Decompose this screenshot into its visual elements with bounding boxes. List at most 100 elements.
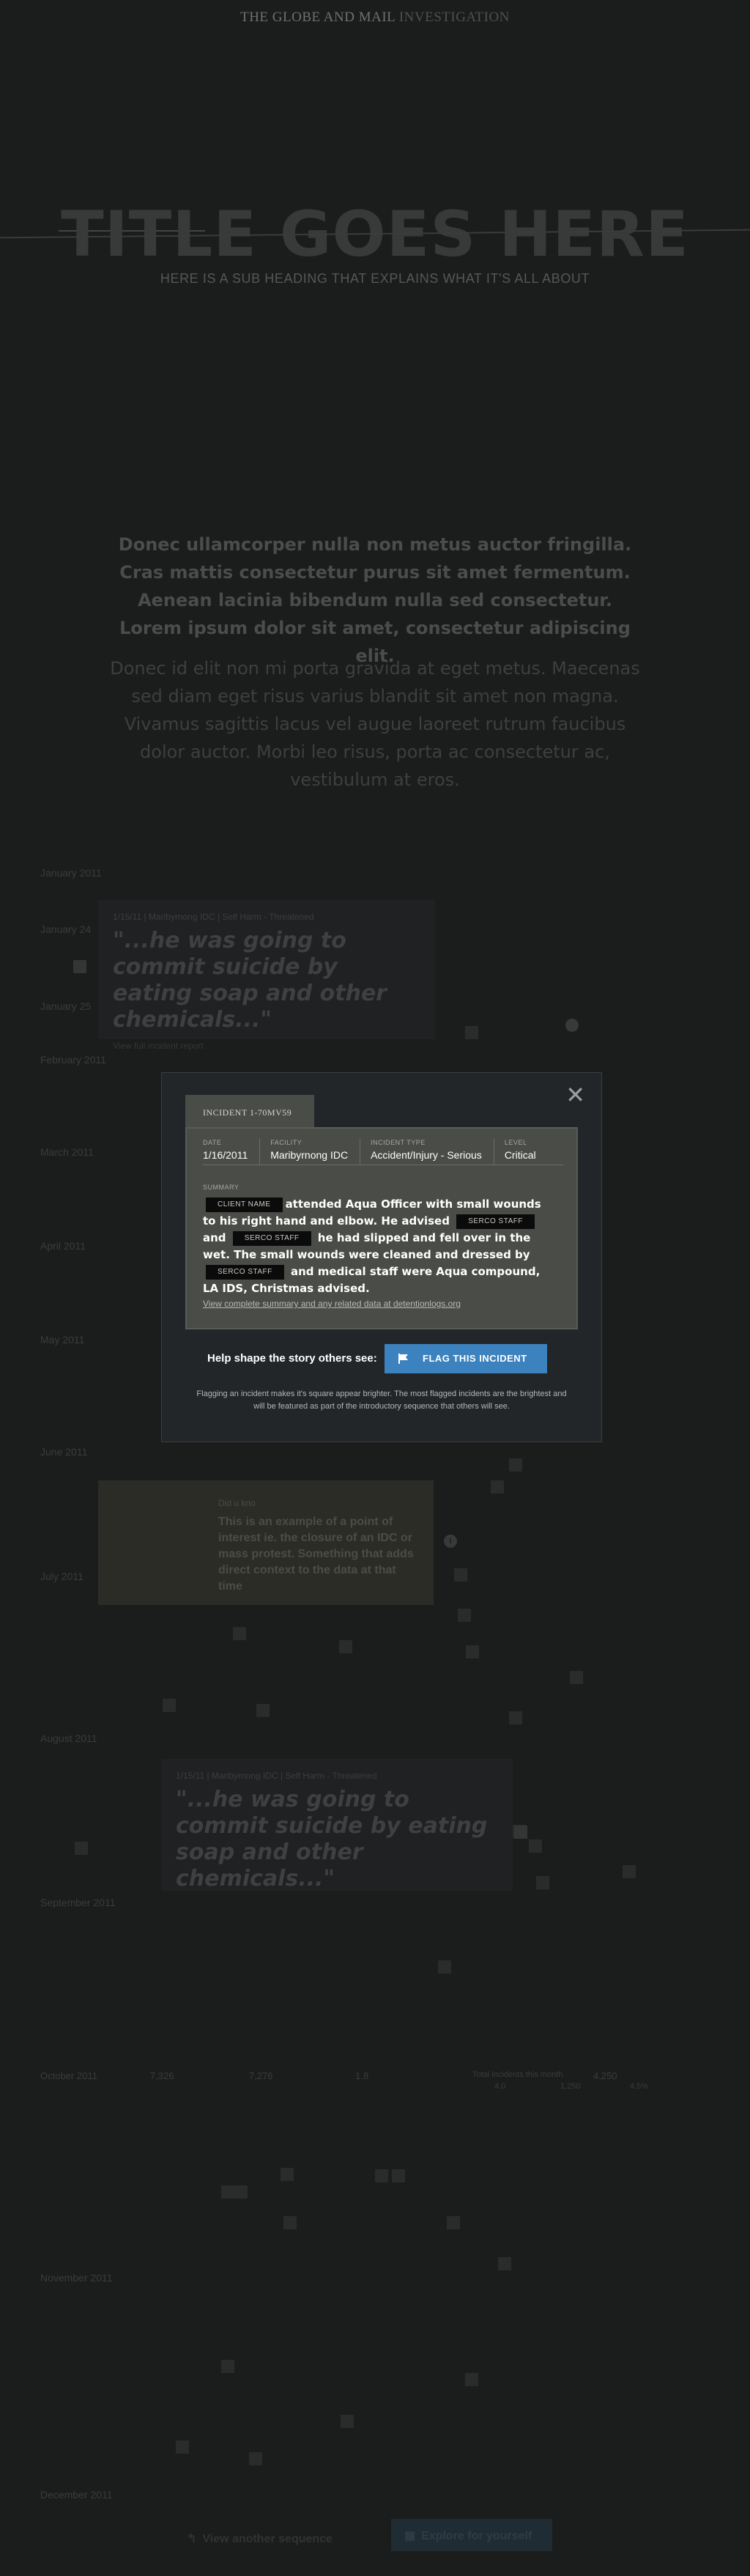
incident-square[interactable]: [163, 1699, 176, 1712]
point-of-interest-card: Did u kno This is an example of a point …: [98, 1480, 434, 1605]
incident-square[interactable]: [514, 1826, 527, 1839]
field-level: LEVEL Critical: [505, 1139, 548, 1165]
incident-square[interactable]: [283, 2216, 297, 2229]
stat-value: 7,326: [150, 2070, 174, 2081]
incident-modal: ✕ INCIDENT 1-70MV59 DATE 1/16/2011 FACIL…: [161, 1072, 602, 1442]
incident-square[interactable]: [176, 2440, 189, 2454]
date-label: January 25: [40, 1000, 92, 1012]
back-arrow-icon: ↰: [187, 2533, 197, 2545]
date-label: January 24: [40, 923, 92, 935]
view-another-sequence-button[interactable]: ↰ View another sequence: [187, 2525, 355, 2551]
incident-square[interactable]: [454, 1568, 467, 1582]
explore-label: Explore for yourself: [421, 2530, 532, 2542]
field-label: DATE: [203, 1139, 222, 1146]
incident-square[interactable]: [509, 1458, 522, 1472]
logo-section: INVESTIGATION: [398, 10, 510, 25]
incident-square[interactable]: [465, 1026, 478, 1039]
stat-value: 4.5%: [630, 2082, 649, 2091]
stat-note: Total incidents this month: [472, 2070, 563, 2079]
incident-card[interactable]: 1/15/11 | Maribyrnong IDC | Self Harm - …: [98, 900, 435, 1051]
month-label: May 2011: [40, 1334, 85, 1346]
incident-square[interactable]: [536, 1876, 549, 1889]
flag-button-label: FLAG THIS INCIDENT: [423, 1353, 527, 1364]
month-label: August 2011: [40, 1732, 97, 1744]
incident-square[interactable]: [75, 1842, 88, 1855]
incident-square[interactable]: [509, 1711, 522, 1724]
incident-card[interactable]: 1/15/11 | Maribyrnong IDC | Self Harm - …: [161, 1759, 513, 1892]
incident-square[interactable]: [221, 2185, 234, 2199]
incident-fields: DATE 1/16/2011 FACILITY Maribyrnong IDC …: [203, 1139, 563, 1165]
incident-square[interactable]: [221, 2360, 234, 2373]
incident-square[interactable]: [281, 2168, 294, 2181]
field-value: Maribyrnong IDC: [270, 1149, 349, 1161]
incident-square[interactable]: [529, 1839, 542, 1853]
incident-panel: DATE 1/16/2011 FACILITY Maribyrnong IDC …: [185, 1127, 578, 1329]
incident-square[interactable]: [623, 1865, 636, 1878]
field-date: DATE 1/16/2011: [203, 1139, 261, 1165]
poi-tag: Did u kno: [218, 1498, 256, 1508]
intro-bold-text: Donec ullamcorper nulla non metus auctor…: [118, 534, 632, 666]
incident-square[interactable]: [438, 1960, 451, 1974]
incident-square[interactable]: [249, 2452, 262, 2465]
incident-quote: "...he was going to commit suicide by ea…: [113, 928, 387, 1033]
incident-square[interactable]: [498, 2257, 511, 2270]
summary-label: SUMMARY: [203, 1184, 240, 1191]
view-complete-summary-link[interactable]: View complete summary and any related da…: [203, 1299, 461, 1309]
info-marker-icon[interactable]: [565, 1019, 579, 1032]
month-label: December 2011: [40, 2489, 113, 2501]
incident-square[interactable]: [392, 2169, 405, 2182]
redaction-serco-staff: SERCO STAFF: [232, 1230, 311, 1246]
logo-main: THE GLOBE AND MAIL: [240, 10, 396, 25]
incident-square[interactable]: [341, 2415, 354, 2428]
month-label: April 2011: [40, 1240, 86, 1252]
incident-square[interactable]: [466, 1645, 479, 1658]
incident-square[interactable]: [491, 1480, 504, 1494]
close-icon[interactable]: ✕: [565, 1083, 585, 1107]
field-value: Critical: [504, 1149, 536, 1161]
stat-value: 4,250: [593, 2070, 617, 2081]
cta-label: Help shape the story others see:: [207, 1352, 377, 1365]
incident-square[interactable]: [234, 2185, 248, 2199]
incident-link[interactable]: View full incident report: [113, 1041, 420, 1051]
incident-meta: 1/15/11 | Maribyrnong IDC | Self Harm - …: [113, 912, 314, 922]
month-label: November 2011: [40, 2272, 113, 2284]
page-subtitle: HERE IS A SUB HEADING THAT EXPLAINS WHAT…: [160, 271, 590, 286]
redaction-serco-staff: SERCO STAFF: [206, 1264, 284, 1280]
flag-explanation: Flagging an incident makes it's square a…: [196, 1390, 567, 1411]
incident-square[interactable]: [339, 1640, 352, 1653]
incident-square[interactable]: [73, 960, 86, 973]
explore-button[interactable]: ▦ Explore for yourself: [391, 2519, 552, 2551]
redaction-client-name: CLIENT NAME: [206, 1197, 283, 1212]
stat-value: 7,276: [249, 2070, 273, 2081]
month-label: February 2011: [40, 1054, 107, 1066]
field-label: LEVEL: [504, 1139, 527, 1146]
incident-square[interactable]: [465, 2373, 478, 2386]
incident-square[interactable]: [447, 2216, 460, 2229]
back-label: View another sequence: [202, 2533, 333, 2545]
flag-incident-button[interactable]: FLAG THIS INCIDENT: [385, 1344, 547, 1373]
intro-light-text: Donec id elit non mi porta gravida at eg…: [110, 658, 640, 790]
incident-square[interactable]: [375, 2169, 388, 2182]
incident-square[interactable]: [256, 1704, 270, 1717]
poi-text: This is an example of a point of interes…: [218, 1516, 414, 1593]
info-marker-icon[interactable]: i: [444, 1535, 457, 1548]
stats-month: October 2011: [40, 2070, 97, 2081]
site-logo[interactable]: THE GLOBE AND MAIL INVESTIGATION: [240, 10, 510, 25]
incident-meta: 1/15/11 | Maribyrnong IDC | Self Harm - …: [176, 1771, 377, 1781]
stat-value: 1,250: [560, 2082, 581, 2091]
field-value: Accident/Injury - Serious: [371, 1149, 482, 1161]
incident-square[interactable]: [570, 1671, 583, 1684]
field-facility: FACILITY Maribyrnong IDC: [270, 1139, 361, 1165]
month-label: September 2011: [40, 1897, 116, 1908]
flag-icon: [398, 1354, 408, 1364]
cta-row: Help shape the story others see: FLAG TH…: [162, 1343, 601, 1375]
incident-square[interactable]: [233, 1627, 246, 1640]
month-label: June 2011: [40, 1446, 88, 1458]
field-label: FACILITY: [270, 1139, 302, 1146]
summary-text: CLIENT NAME attended Aqua Officer with sm…: [203, 1196, 547, 1297]
incident-square[interactable]: [458, 1609, 471, 1622]
grid-icon: ▦: [404, 2530, 416, 2542]
incident-quote: "...he was going to commit suicide by ea…: [176, 1787, 488, 1892]
month-label: January 2011: [40, 867, 102, 879]
month-label: July 2011: [40, 1571, 83, 1582]
